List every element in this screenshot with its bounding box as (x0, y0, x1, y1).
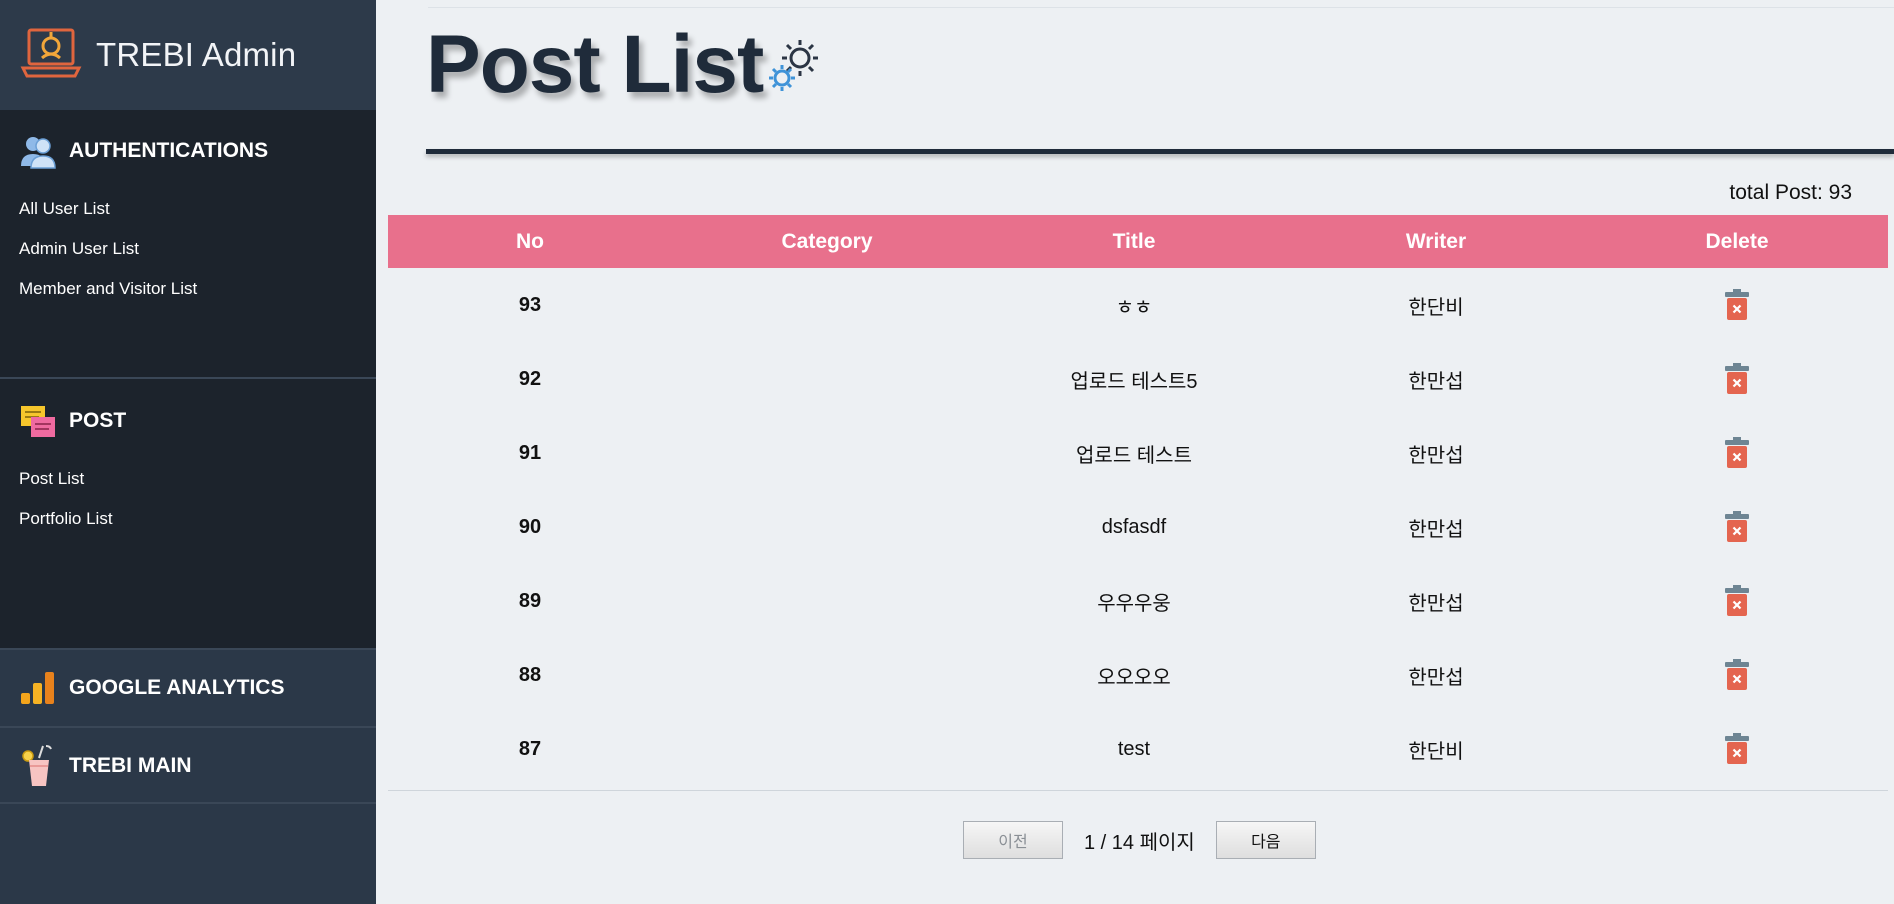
table-row[interactable]: 88 오오오오 한만섭 (388, 638, 1888, 712)
trash-delete-icon[interactable] (1724, 511, 1750, 543)
table-row[interactable]: 91 업로드 테스트 한만섭 (388, 416, 1888, 490)
gears-icon (769, 40, 818, 91)
pagination: 이전 1 / 14 페이지 다음 (963, 821, 1316, 859)
row-delete-cell (1586, 511, 1888, 543)
trash-delete-icon[interactable] (1724, 585, 1750, 617)
table-bottom-divider (388, 790, 1888, 791)
trash-delete-icon[interactable] (1724, 659, 1750, 691)
row-delete-cell (1586, 363, 1888, 395)
row-no: 91 (518, 441, 542, 464)
next-page-button[interactable]: 다음 (1215, 821, 1316, 859)
row-title[interactable]: 업로드 테스트 (982, 439, 1286, 468)
sidebar: TREBI Admin AUTHENTICATIONS All User Lis… (0, 0, 376, 904)
row-writer: 한만섭 (1408, 518, 1464, 541)
nav-portfolio-list[interactable]: Portfolio List (19, 509, 113, 529)
nav-all-user-list[interactable]: All User List (19, 199, 110, 219)
nav-member-visitor-list[interactable]: Member and Visitor List (19, 279, 197, 299)
page-title: Post List (426, 19, 764, 110)
row-no: 90 (518, 515, 542, 538)
row-title[interactable]: dsfasdf (982, 516, 1286, 539)
sidebar-divider (0, 648, 376, 650)
header-no: No (516, 229, 544, 253)
nav-admin-user-list[interactable]: Admin User List (19, 239, 139, 259)
row-no: 88 (518, 663, 542, 686)
row-title[interactable]: 오오오오 (982, 661, 1286, 690)
header-writer: Writer (1405, 229, 1467, 253)
sidebar-footer-fill (0, 804, 376, 904)
page-indicator: 1 / 14 페이지 (1084, 831, 1195, 854)
row-delete-cell (1586, 289, 1888, 321)
row-no: 93 (518, 293, 542, 316)
sidebar-divider (0, 726, 376, 728)
row-delete-cell (1586, 659, 1888, 691)
section-title-post: POST (69, 409, 127, 432)
row-no: 92 (518, 367, 542, 390)
row-title[interactable]: test (982, 738, 1286, 761)
brand-title: TREBI Admin (96, 36, 297, 73)
row-writer: 한만섭 (1408, 370, 1464, 393)
table-row[interactable]: 92 업로드 테스트5 한만섭 (388, 342, 1888, 416)
table-row[interactable]: 90 dsfasdf 한만섭 (388, 490, 1888, 564)
row-delete-cell (1586, 733, 1888, 765)
row-delete-cell (1586, 437, 1888, 469)
section-title-google-analytics: GOOGLE ANALYTICS (69, 676, 285, 699)
section-title-authentications: AUTHENTICATIONS (69, 139, 269, 162)
row-title[interactable]: 업로드 테스트5 (982, 365, 1286, 394)
row-title[interactable]: ㅎㅎ (982, 291, 1286, 320)
row-no: 89 (518, 589, 542, 612)
row-writer: 한단비 (1408, 296, 1464, 319)
table-row[interactable]: 93 ㅎㅎ 한단비 (388, 268, 1888, 342)
analytics-bars-icon (21, 672, 54, 704)
table-header: No Category Title Writer Delete (388, 215, 1888, 268)
trash-delete-icon[interactable] (1724, 733, 1750, 765)
section-authentications[interactable]: AUTHENTICATIONS (0, 131, 268, 171)
header-title: Title (1112, 229, 1156, 253)
row-title[interactable]: 우우우웅 (982, 587, 1286, 616)
section-post[interactable]: POST (0, 401, 126, 441)
trash-delete-icon[interactable] (1724, 363, 1750, 395)
table-row[interactable]: 89 우우우웅 한만섭 (388, 564, 1888, 638)
row-no: 87 (518, 737, 542, 760)
laptop-robot-logo-icon (20, 28, 82, 78)
sticky-notes-icon (21, 406, 55, 437)
row-writer: 한만섭 (1408, 592, 1464, 615)
table-row[interactable]: 87 test 한단비 (388, 712, 1888, 786)
trash-delete-icon[interactable] (1724, 289, 1750, 321)
nav-post-list[interactable]: Post List (19, 469, 84, 489)
section-google-analytics[interactable]: GOOGLE ANALYTICS (0, 650, 376, 726)
drink-icon (22, 745, 52, 786)
row-writer: 한만섭 (1408, 444, 1464, 467)
top-divider (428, 7, 1894, 8)
sidebar-divider (0, 377, 376, 379)
post-table: No Category Title Writer Delete 93 ㅎㅎ 한단… (388, 215, 1888, 786)
table-body: 93 ㅎㅎ 한단비 92 업로드 테스트5 한만섭 91 업로드 테스트 한만섭… (388, 268, 1888, 786)
users-icon (21, 137, 56, 169)
title-underline (426, 149, 1894, 154)
section-trebi-main[interactable]: TREBI MAIN (0, 728, 376, 804)
section-title-trebi-main: TREBI MAIN (69, 754, 192, 777)
row-writer: 한단비 (1408, 740, 1464, 763)
header-delete: Delete (1705, 229, 1769, 253)
brand-header[interactable]: TREBI Admin (0, 0, 376, 110)
prev-page-button[interactable]: 이전 (963, 821, 1063, 859)
header-category: Category (781, 229, 873, 253)
total-post-count: total Post: 93 (1729, 181, 1852, 204)
trash-delete-icon[interactable] (1724, 437, 1750, 469)
row-delete-cell (1586, 585, 1888, 617)
row-writer: 한만섭 (1408, 666, 1464, 689)
